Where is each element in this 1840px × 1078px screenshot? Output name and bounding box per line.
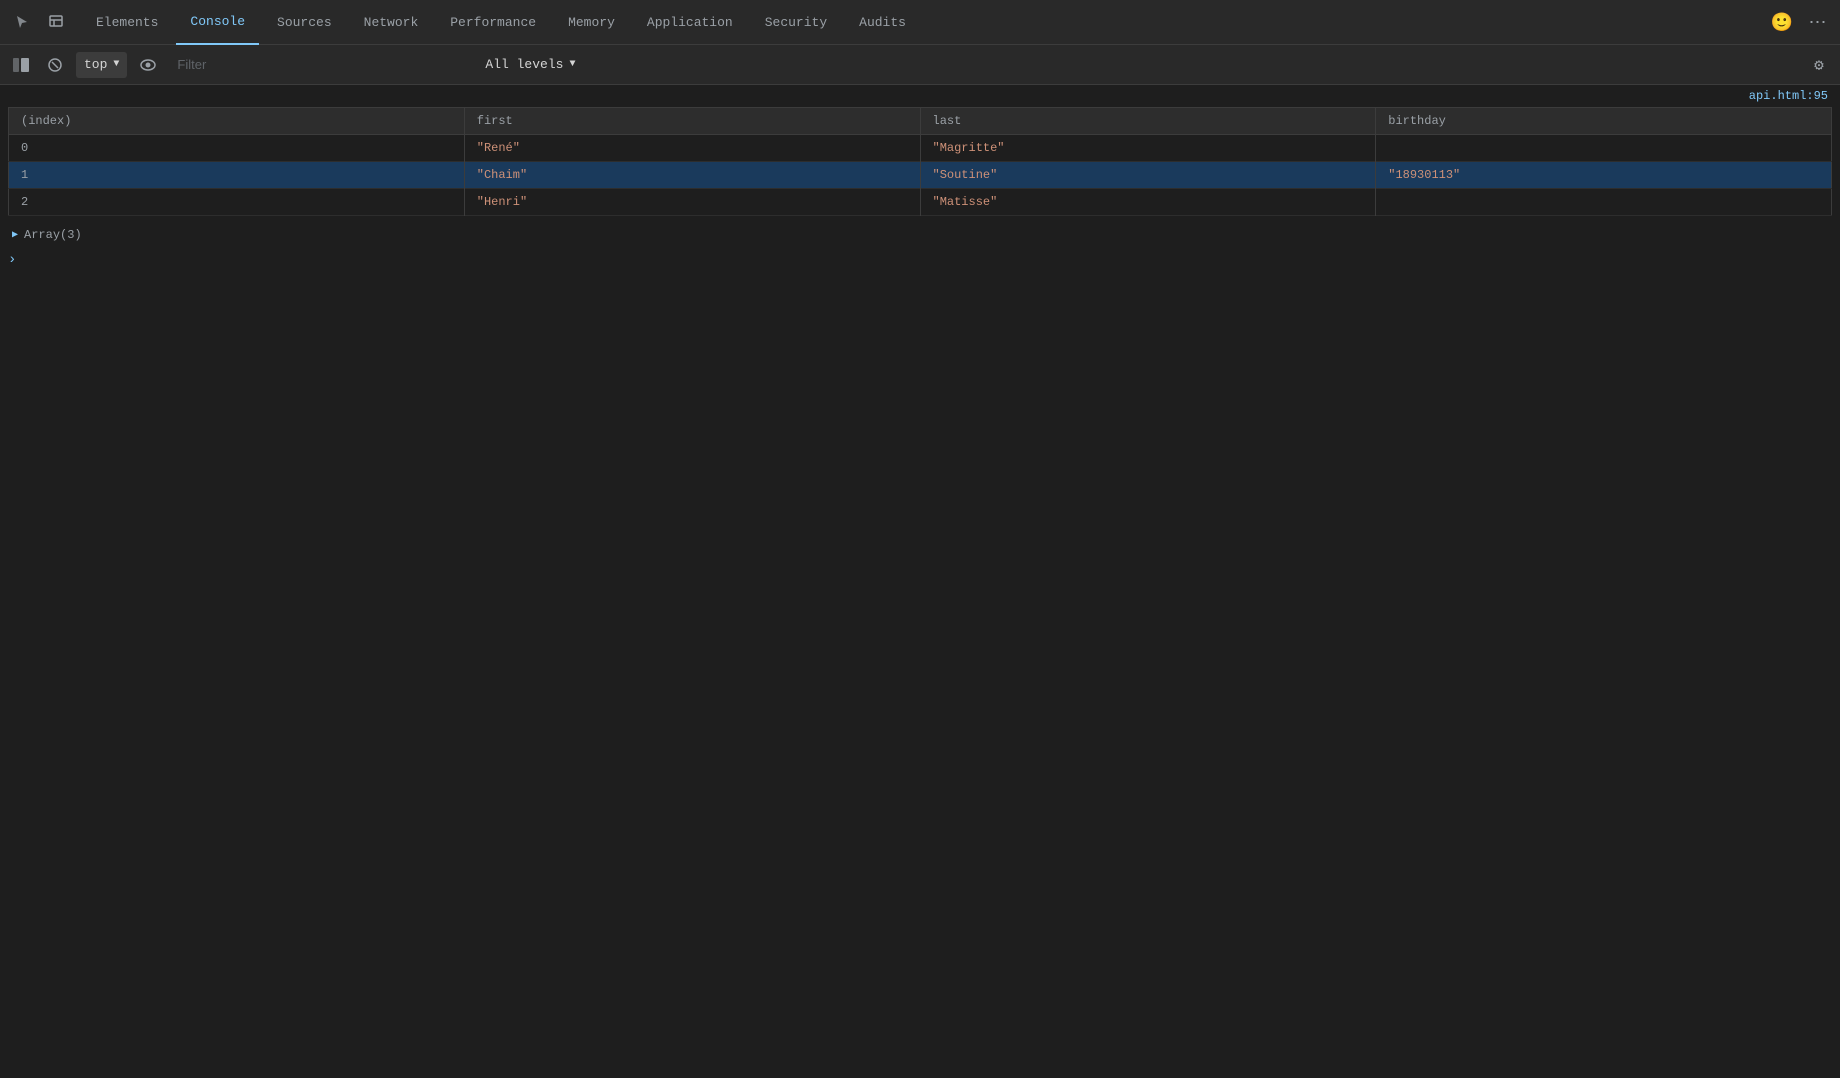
tab-bar: Elements Console Sources Network Perform… (0, 0, 1840, 45)
cell-last-1: "Soutine" (920, 162, 1376, 189)
cell-index-1: 1 (9, 162, 465, 189)
cell-first-1: "Chaim" (464, 162, 920, 189)
console-toolbar: top ▼ All levels ▼ ⚙ (0, 45, 1840, 85)
expand-arrow-icon: ▶ (12, 229, 18, 241)
tab-bar-right: 🙂 ⋯ (1768, 8, 1832, 36)
table-row[interactable]: 0 "René" "Magritte" (9, 135, 1832, 162)
tab-bar-icons (8, 8, 70, 36)
cell-index-2: 2 (9, 189, 465, 216)
cell-last-0: "Magritte" (920, 135, 1376, 162)
more-options-icon[interactable]: ⋯ (1804, 8, 1832, 36)
context-select[interactable]: top ▼ (76, 52, 127, 78)
chevron-down-icon: ▼ (113, 59, 119, 70)
console-prompt-icon: › (8, 252, 16, 268)
tab-elements[interactable]: Elements (82, 0, 172, 45)
col-header-first: first (464, 108, 920, 135)
cell-first-2: "Henri" (464, 189, 920, 216)
cell-first-0: "René" (464, 135, 920, 162)
clear-console-button[interactable] (42, 52, 68, 78)
tab-security[interactable]: Security (751, 0, 841, 45)
levels-dropdown[interactable]: All levels ▼ (477, 54, 583, 75)
col-header-birthday: birthday (1376, 108, 1832, 135)
console-content: api.html:95 (index) first last birthday … (0, 85, 1840, 274)
console-table: (index) first last birthday 0 "René" "Ma… (8, 107, 1832, 216)
inspect-icon[interactable] (42, 8, 70, 36)
cell-birthday-0 (1376, 135, 1832, 162)
source-link[interactable]: api.html:95 (0, 85, 1840, 107)
table-header-row: (index) first last birthday (9, 108, 1832, 135)
tab-sources[interactable]: Sources (263, 0, 346, 45)
emoji-icon[interactable]: 🙂 (1768, 8, 1796, 36)
table-row[interactable]: 2 "Henri" "Matisse" (9, 189, 1832, 216)
tab-network[interactable]: Network (350, 0, 433, 45)
cell-index-0: 0 (9, 135, 465, 162)
col-header-last: last (920, 108, 1376, 135)
settings-icon[interactable]: ⚙ (1806, 52, 1832, 78)
col-header-index: (index) (9, 108, 465, 135)
cell-last-2: "Matisse" (920, 189, 1376, 216)
tab-console[interactable]: Console (176, 0, 259, 45)
cell-birthday-1: "18930113" (1376, 162, 1832, 189)
cursor-icon[interactable] (8, 8, 36, 36)
tab-audits[interactable]: Audits (845, 0, 920, 45)
sidebar-toggle-button[interactable] (8, 52, 34, 78)
filter-input[interactable] (169, 54, 469, 75)
tab-performance[interactable]: Performance (436, 0, 550, 45)
toolbar-right: ⚙ (1806, 52, 1832, 78)
chevron-down-icon: ▼ (569, 59, 575, 70)
eye-icon[interactable] (135, 52, 161, 78)
table-row[interactable]: 1 "Chaim" "Soutine" "18930113" (9, 162, 1832, 189)
array-summary[interactable]: ▶ Array(3) (0, 224, 1840, 246)
console-input-row: › (0, 246, 1840, 274)
cell-birthday-2 (1376, 189, 1832, 216)
tab-memory[interactable]: Memory (554, 0, 629, 45)
tab-application[interactable]: Application (633, 0, 747, 45)
